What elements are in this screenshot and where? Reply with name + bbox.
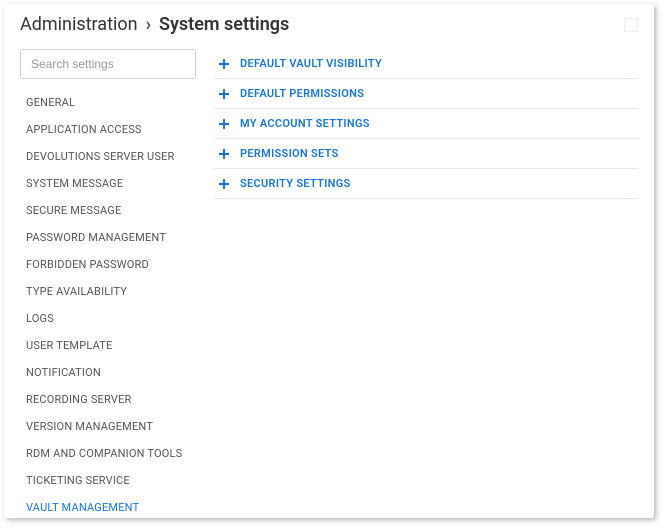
sidebar-item-password-management[interactable]: PASSWORD MANAGEMENT xyxy=(20,224,196,251)
accordion-default-permissions[interactable]: DEFAULT PERMISSIONS xyxy=(214,79,638,109)
sidebar-item-notification[interactable]: NOTIFICATION xyxy=(20,359,196,386)
sidebar-item-user-template[interactable]: USER TEMPLATE xyxy=(20,332,196,359)
breadcrumb-current: System settings xyxy=(159,14,289,35)
accordion-my-account-settings[interactable]: MY ACCOUNT SETTINGS xyxy=(214,109,638,139)
breadcrumb: Administration › System settings xyxy=(20,14,638,35)
accordion-permission-sets[interactable]: PERMISSION SETS xyxy=(214,139,638,169)
sidebar-item-system-message[interactable]: SYSTEM MESSAGE xyxy=(20,170,196,197)
accordion-default-vault-visibility[interactable]: DEFAULT VAULT VISIBILITY xyxy=(214,55,638,79)
sidebar-item-devolutions-server-user[interactable]: DEVOLUTIONS SERVER USER xyxy=(20,143,196,170)
accordion-label: DEFAULT PERMISSIONS xyxy=(240,87,364,100)
sidebar-item-ticketing-service[interactable]: TICKETING SERVICE xyxy=(20,467,196,494)
settings-content: DEFAULT VAULT VISIBILITY DEFAULT PERMISSI… xyxy=(214,49,638,518)
sidebar-item-forbidden-password[interactable]: FORBIDDEN PASSWORD xyxy=(20,251,196,278)
sidebar-item-type-availability[interactable]: TYPE AVAILABILITY xyxy=(20,278,196,305)
settings-nav-list: GENERALAPPLICATION ACCESSDEVOLUTIONS SER… xyxy=(20,89,196,518)
sidebar-item-recording-server[interactable]: RECORDING SERVER xyxy=(20,386,196,413)
search-input[interactable] xyxy=(20,49,196,79)
chevron-right-icon: › xyxy=(146,14,151,35)
accordion-label: DEFAULT VAULT VISIBILITY xyxy=(240,57,382,70)
settings-sidebar: GENERALAPPLICATION ACCESSDEVOLUTIONS SER… xyxy=(20,49,196,518)
plus-icon xyxy=(218,58,230,70)
sidebar-item-secure-message[interactable]: SECURE MESSAGE xyxy=(20,197,196,224)
sidebar-item-application-access[interactable]: APPLICATION ACCESS xyxy=(20,116,196,143)
sidebar-item-rdm-and-companion-tools[interactable]: RDM AND COMPANION TOOLS xyxy=(20,440,196,467)
sidebar-item-version-management[interactable]: VERSION MANAGEMENT xyxy=(20,413,196,440)
plus-icon xyxy=(218,148,230,160)
accordion-label: SECURITY SETTINGS xyxy=(240,177,351,190)
plus-icon xyxy=(218,118,230,130)
sidebar-item-vault-management[interactable]: VAULT MANAGEMENT xyxy=(20,494,196,518)
breadcrumb-root[interactable]: Administration xyxy=(20,14,138,35)
plus-icon xyxy=(218,88,230,100)
accordion-security-settings[interactable]: SECURITY SETTINGS xyxy=(214,169,638,199)
plus-icon xyxy=(218,178,230,190)
accordion-label: PERMISSION SETS xyxy=(240,147,339,160)
sidebar-item-general[interactable]: GENERAL xyxy=(20,89,196,116)
sidebar-item-logs[interactable]: LOGS xyxy=(20,305,196,332)
accordion-label: MY ACCOUNT SETTINGS xyxy=(240,117,370,130)
window-action-icon[interactable] xyxy=(624,18,638,32)
